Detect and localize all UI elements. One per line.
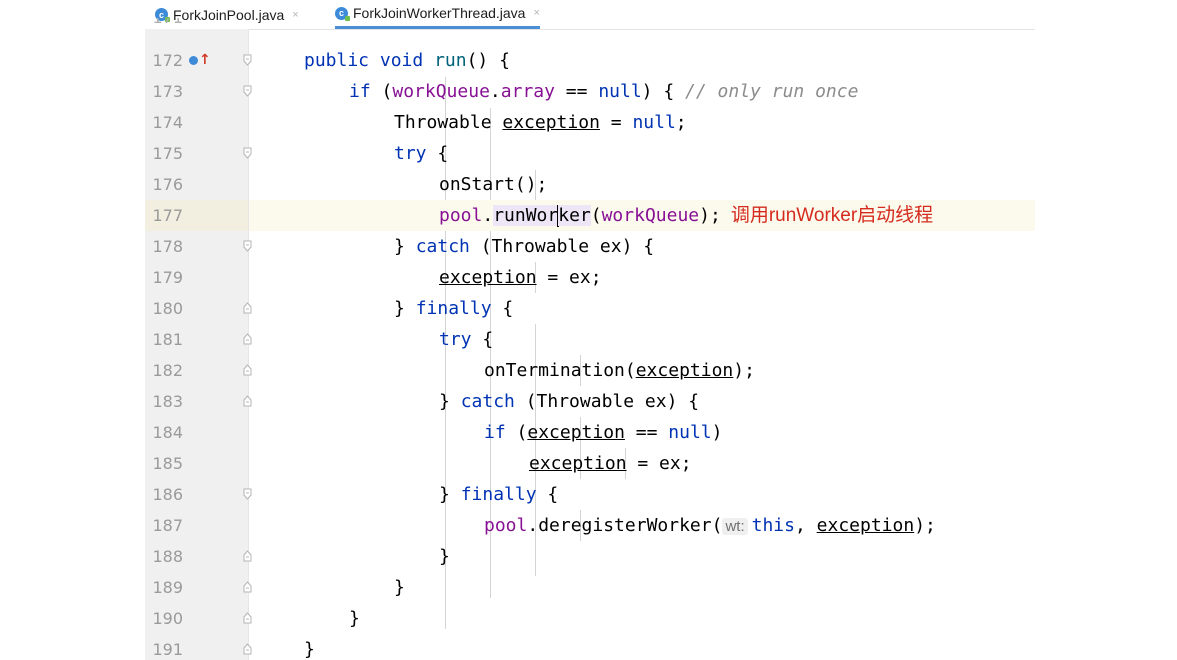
code-line: 179 exception = ex; [145, 262, 1035, 293]
code-line: 184 if (exception == null) [145, 417, 1035, 448]
code-text[interactable]: pool.runWorker(workQueue); 调用runWorker启动线… [439, 200, 933, 231]
code-text: try { [394, 143, 449, 164]
fold-close-icon[interactable] [243, 302, 252, 314]
line-number: 189 [152, 578, 183, 597]
code-line: 176 onStart(); [145, 169, 1035, 200]
fold-open-icon[interactable] [243, 85, 252, 97]
line-number: 180 [152, 299, 183, 318]
line-number: 176 [152, 175, 183, 194]
line-number: 182 [152, 361, 183, 380]
code-text: if (exception == null) [484, 422, 723, 443]
code-line: 181 try { [145, 324, 1035, 355]
code-line: 174 Throwable exception = null; [145, 107, 1035, 138]
code-line: 191 } [145, 634, 1035, 660]
line-number: 181 [152, 330, 183, 349]
fold-open-icon[interactable] [243, 54, 252, 66]
code-line: 182 onTermination(exception); [145, 355, 1035, 386]
code-text: Throwable exception = null; [394, 112, 687, 133]
code-text: onTermination(exception); [484, 360, 755, 381]
line-number: 171 [147, 18, 183, 30]
code-line-current: 177 pool.runWorker(workQueue); 调用runWorke… [145, 200, 1035, 231]
code-text: exception = ex; [529, 453, 692, 474]
code-line: 189 } [145, 572, 1035, 603]
fold-close-icon[interactable] [243, 333, 252, 345]
line-number: 178 [152, 237, 183, 256]
code-text: try { [439, 329, 494, 350]
code-text: } finally { [439, 484, 559, 505]
line-number: 179 [152, 268, 183, 287]
code-text: } catch (Throwable ex) { [439, 391, 700, 412]
fold-close-icon[interactable] [243, 612, 252, 624]
line-number: 187 [152, 516, 183, 535]
code-line: 180 } finally { [145, 293, 1035, 324]
fold-close-icon[interactable] [243, 550, 252, 562]
line-number: 186 [152, 485, 183, 504]
fold-close-icon[interactable] [243, 643, 252, 655]
line-number: 190 [152, 609, 183, 628]
code-text: } catch (Throwable ex) { [394, 236, 655, 257]
line-number: 174 [152, 113, 183, 132]
override-marker[interactable]: ↑ [189, 45, 211, 76]
line-number: 183 [152, 392, 183, 411]
code-line: 172 ↑ public void run() { [145, 45, 1035, 76]
code-line: 185 exception = ex; [145, 448, 1035, 479]
code-text: } finally { [394, 298, 514, 319]
code-text: } [394, 577, 405, 598]
annotation-text: 调用runWorker启动线程 [730, 205, 934, 226]
fold-open-icon[interactable] [243, 240, 252, 252]
fold-open-icon[interactable] [243, 488, 252, 500]
code-text: } [349, 608, 360, 629]
fold-close-icon[interactable] [243, 581, 252, 593]
up-arrow-icon: ↑ [199, 52, 211, 68]
code-editor[interactable]: c ForkJoinPool.java × c ForkJoinWorkerTh… [145, 0, 1035, 660]
code-line: 171 [145, 18, 1035, 30]
code-text: } [439, 546, 450, 567]
code-text: } [304, 639, 315, 660]
code-line: 187 pool.deregisterWorker(wt: this, excep… [145, 510, 1035, 541]
code-text: exception = ex; [439, 267, 602, 288]
line-number: 188 [152, 547, 183, 566]
code-line: 190 } [145, 603, 1035, 634]
line-number: 185 [152, 454, 183, 473]
fold-close-icon[interactable] [243, 364, 252, 376]
line-number: 184 [152, 423, 183, 442]
line-number: 191 [152, 640, 183, 659]
code-line: 186 } finally { [145, 479, 1035, 510]
fold-close-icon[interactable] [243, 395, 252, 407]
line-number: 175 [152, 144, 183, 163]
parameter-hint: wt: [722, 518, 748, 535]
line-number: 177 [152, 206, 183, 225]
code-text: onStart(); [439, 174, 548, 195]
fold-open-icon[interactable] [243, 147, 252, 159]
implementing-method-icon [189, 56, 198, 65]
code-line: 173 if (workQueue.array == null) { // on… [145, 76, 1035, 107]
code-line: 175 try { [145, 138, 1035, 169]
code-text: pool.deregisterWorker(wt: this, exception… [484, 515, 936, 536]
code-line: 183 } catch (Throwable ex) { [145, 386, 1035, 417]
code-line: 178 } catch (Throwable ex) { [145, 231, 1035, 262]
line-number: 173 [152, 82, 183, 101]
line-number: 172 [152, 51, 183, 70]
code-text: if (workQueue.array == null) { // only r… [349, 81, 859, 102]
code-line: 188 } [145, 541, 1035, 572]
code-text: public void run() { [304, 50, 510, 71]
